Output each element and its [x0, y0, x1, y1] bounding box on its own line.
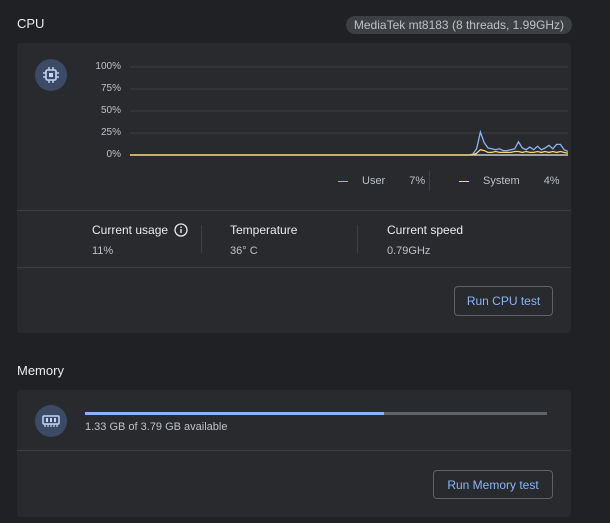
cpu-usage-chart — [130, 66, 568, 156]
memory-progress-bar — [85, 412, 547, 415]
stat-current-speed-label: Current speed — [387, 223, 464, 237]
cpu-card: 100% 75% 50% 25% 0% User 7% System 4% Cu… — [17, 43, 571, 333]
cpu-card-divider — [17, 210, 571, 211]
legend-user: User 7% — [338, 175, 425, 187]
cpu-device-badge: MediaTek mt8183 (8 threads, 1.99GHz) — [345, 16, 572, 34]
memory-progress-fill — [85, 412, 385, 415]
stat-current-usage-value: 11% — [92, 245, 114, 257]
legend-system: System 4% — [459, 175, 560, 187]
memory-section-title: Memory — [17, 363, 64, 378]
stat-temperature-value: 36° C — [230, 245, 258, 257]
cpu-chip-icon — [35, 59, 67, 91]
cpu-card-divider — [17, 267, 571, 268]
legend-divider — [429, 171, 430, 191]
run-memory-test-button[interactable]: Run Memory test — [433, 470, 553, 499]
legend-system-value: 4% — [543, 175, 560, 187]
stat-current-speed-value: 0.79GHz — [387, 245, 431, 257]
cpu-chart-ytick: 75% — [100, 83, 121, 94]
cpu-section-title: CPU — [17, 16, 45, 31]
memory-chip-icon — [35, 405, 67, 437]
legend-user-swatch — [338, 180, 348, 182]
info-icon[interactable] — [174, 223, 188, 237]
cpu-chart-ytick: 50% — [100, 105, 121, 116]
run-cpu-test-button[interactable]: Run CPU test — [454, 286, 553, 316]
stat-current-usage-text: Current usage — [92, 223, 169, 237]
stat-divider — [357, 225, 358, 253]
legend-user-label: User — [362, 175, 386, 187]
stat-current-usage-label: Current usage — [92, 223, 188, 237]
legend-system-label: System — [483, 175, 520, 187]
cpu-chart-ytick: 100% — [95, 61, 121, 72]
memory-card: 1.33 GB of 3.79 GB available Run Memory … — [17, 390, 571, 517]
memory-available-text: 1.33 GB of 3.79 GB available — [85, 421, 228, 433]
legend-user-value: 7% — [409, 175, 426, 187]
cpu-chart-ytick: 0% — [106, 149, 121, 160]
cpu-series-user — [130, 129, 568, 156]
stat-temperature-label: Temperature — [230, 223, 298, 237]
memory-card-divider — [17, 450, 571, 451]
legend-system-swatch — [459, 180, 469, 182]
stat-divider — [201, 225, 202, 253]
cpu-chart-ytick: 25% — [100, 127, 121, 138]
